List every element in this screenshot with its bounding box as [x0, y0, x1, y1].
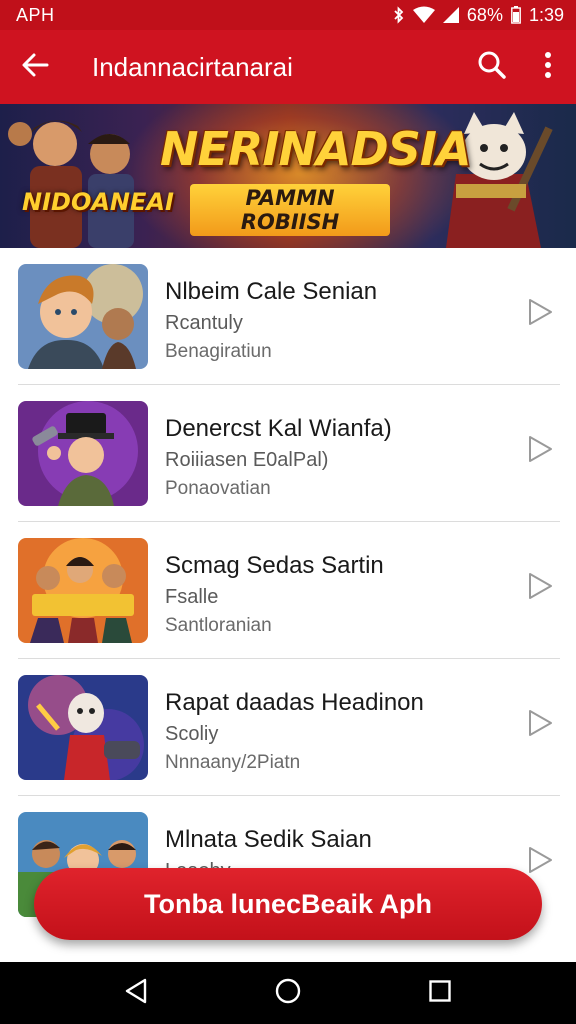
status-icons: 68% 1:39 — [393, 5, 564, 26]
item-thumbnail — [18, 401, 148, 506]
back-triangle-icon — [124, 978, 148, 1009]
item-title: Nlbeim Cale Senian — [165, 278, 378, 305]
list-item[interactable]: Scmag Sedas Sartin Fsalle Santloranian — [0, 522, 576, 659]
play-button[interactable] — [518, 566, 562, 610]
app-list: Nlbeim Cale Senian Rcantuly Benagiratiun… — [0, 248, 576, 933]
system-nav-bar — [0, 962, 576, 1024]
recents-square-icon — [428, 979, 452, 1008]
status-bar: APH 68% 1:39 — [0, 0, 576, 30]
promo-banner[interactable]: NERINADSIA PAMMN ROBIISH NIDOANEAI — [0, 104, 576, 248]
item-meta: Benagiratiun — [165, 341, 272, 362]
more-vert-icon — [544, 51, 552, 84]
item-title: Mlnata Sedik Saian — [165, 826, 372, 853]
item-subtitle: Fsalle — [165, 586, 219, 608]
banner-subtitle: PAMMN ROBIISH — [190, 184, 390, 236]
search-button[interactable] — [464, 30, 520, 104]
list-item[interactable]: Denercst Kal Wianfa) Roiiiasen E0alPal) … — [0, 385, 576, 522]
play-icon — [526, 297, 554, 332]
home-circle-icon — [274, 977, 302, 1010]
battery-icon — [511, 6, 521, 24]
play-button[interactable] — [518, 429, 562, 473]
nav-back-button[interactable] — [106, 962, 166, 1024]
banner-characters-left — [8, 120, 134, 248]
item-subtitle: Scoliy — [165, 723, 219, 745]
nav-recents-button[interactable] — [410, 962, 470, 1024]
item-title: Denercst Kal Wianfa) — [165, 415, 392, 442]
item-title: Rapat daadas Headinon — [165, 689, 424, 716]
item-meta: Ponaovatian — [165, 478, 271, 499]
item-title: Scmag Sedas Sartin — [165, 552, 384, 579]
wifi-icon — [412, 6, 435, 24]
nav-home-button[interactable] — [258, 962, 318, 1024]
play-icon — [526, 571, 554, 606]
item-subtitle: Rcantuly — [165, 312, 243, 334]
bluetooth-icon — [393, 6, 405, 24]
play-icon — [526, 434, 554, 469]
list-item[interactable]: Rapat daadas Headinon Scoliy Nnnaany/2Pi… — [0, 659, 576, 796]
app-bar: Indannacirtanarai — [0, 30, 576, 104]
play-icon — [526, 708, 554, 743]
carrier-label: APH — [16, 4, 55, 25]
banner-badge: NIDOANEAI — [22, 188, 174, 216]
back-arrow-icon — [21, 51, 49, 84]
item-meta: Nnnaany/2Piatn — [165, 752, 301, 773]
item-thumbnail — [18, 264, 148, 369]
play-button[interactable] — [518, 292, 562, 336]
item-meta: Santloranian — [165, 615, 272, 636]
search-icon — [477, 50, 507, 85]
back-button[interactable] — [0, 30, 70, 104]
item-thumbnail — [18, 538, 148, 643]
item-subtitle: Roiiiasen E0alPal) — [165, 449, 329, 471]
list-item[interactable]: Nlbeim Cale Senian Rcantuly Benagiratiun — [0, 248, 576, 385]
more-options-button[interactable] — [520, 30, 576, 104]
page-title: Indannacirtanarai — [92, 51, 293, 82]
clock: 1:39 — [528, 4, 564, 25]
battery-percent: 68% — [466, 4, 503, 25]
play-button[interactable] — [518, 703, 562, 747]
play-icon — [526, 845, 554, 880]
item-thumbnail — [18, 675, 148, 780]
cta-button[interactable]: Tonba lunecBeaik Aph — [34, 868, 542, 940]
banner-title: NERINADSIA — [160, 122, 472, 176]
signal-icon — [442, 6, 459, 24]
